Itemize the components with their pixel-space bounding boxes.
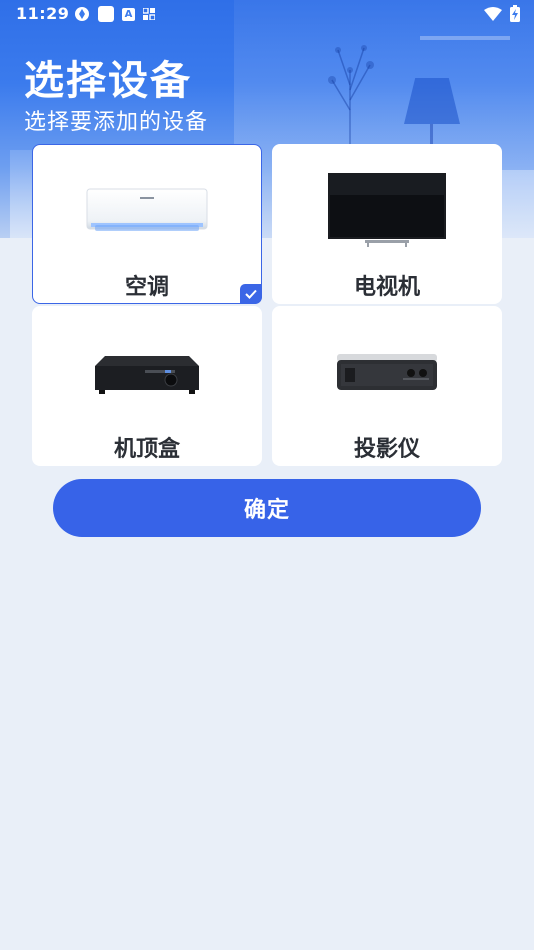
battery-charging-icon [510,5,520,22]
device-label: 电视机 [353,275,420,300]
air-conditioner-image [86,188,208,231]
device-card-set-top-box[interactable]: 机顶盒 [32,306,262,466]
status-bar: 11:29 A [0,0,534,28]
device-label: 空调 [124,275,169,300]
device-grid: 空调 电视机 机顶盒 投影仪 [32,144,502,466]
status-time: 11:29 [16,4,70,23]
wifi-icon [484,6,502,21]
projector-image [337,354,437,390]
device-label: 投影仪 [353,437,420,462]
status-icons-right [484,5,520,22]
device-card-projector[interactable]: 投影仪 [272,306,502,466]
network-speed-icon [75,7,89,21]
status-icons-left: A [74,6,155,22]
white-square-icon [98,6,114,22]
grid-icon [143,8,155,20]
page-title: 选择设备 [24,58,192,104]
banner-plant-decoration [328,45,374,150]
banner-shelf-decoration [420,36,510,40]
set-top-box-image [95,356,199,394]
television-image [328,173,446,247]
confirm-button[interactable]: 确定 [53,479,481,537]
device-card-air-conditioner[interactable]: 空调 [32,144,262,304]
device-card-television[interactable]: 电视机 [272,144,502,304]
checkmark-icon [245,289,257,299]
page-subtitle: 选择要添加的设备 [24,110,209,135]
device-label: 机顶盒 [113,437,180,462]
text-a-icon: A [122,7,135,21]
selected-check-badge [240,284,262,304]
